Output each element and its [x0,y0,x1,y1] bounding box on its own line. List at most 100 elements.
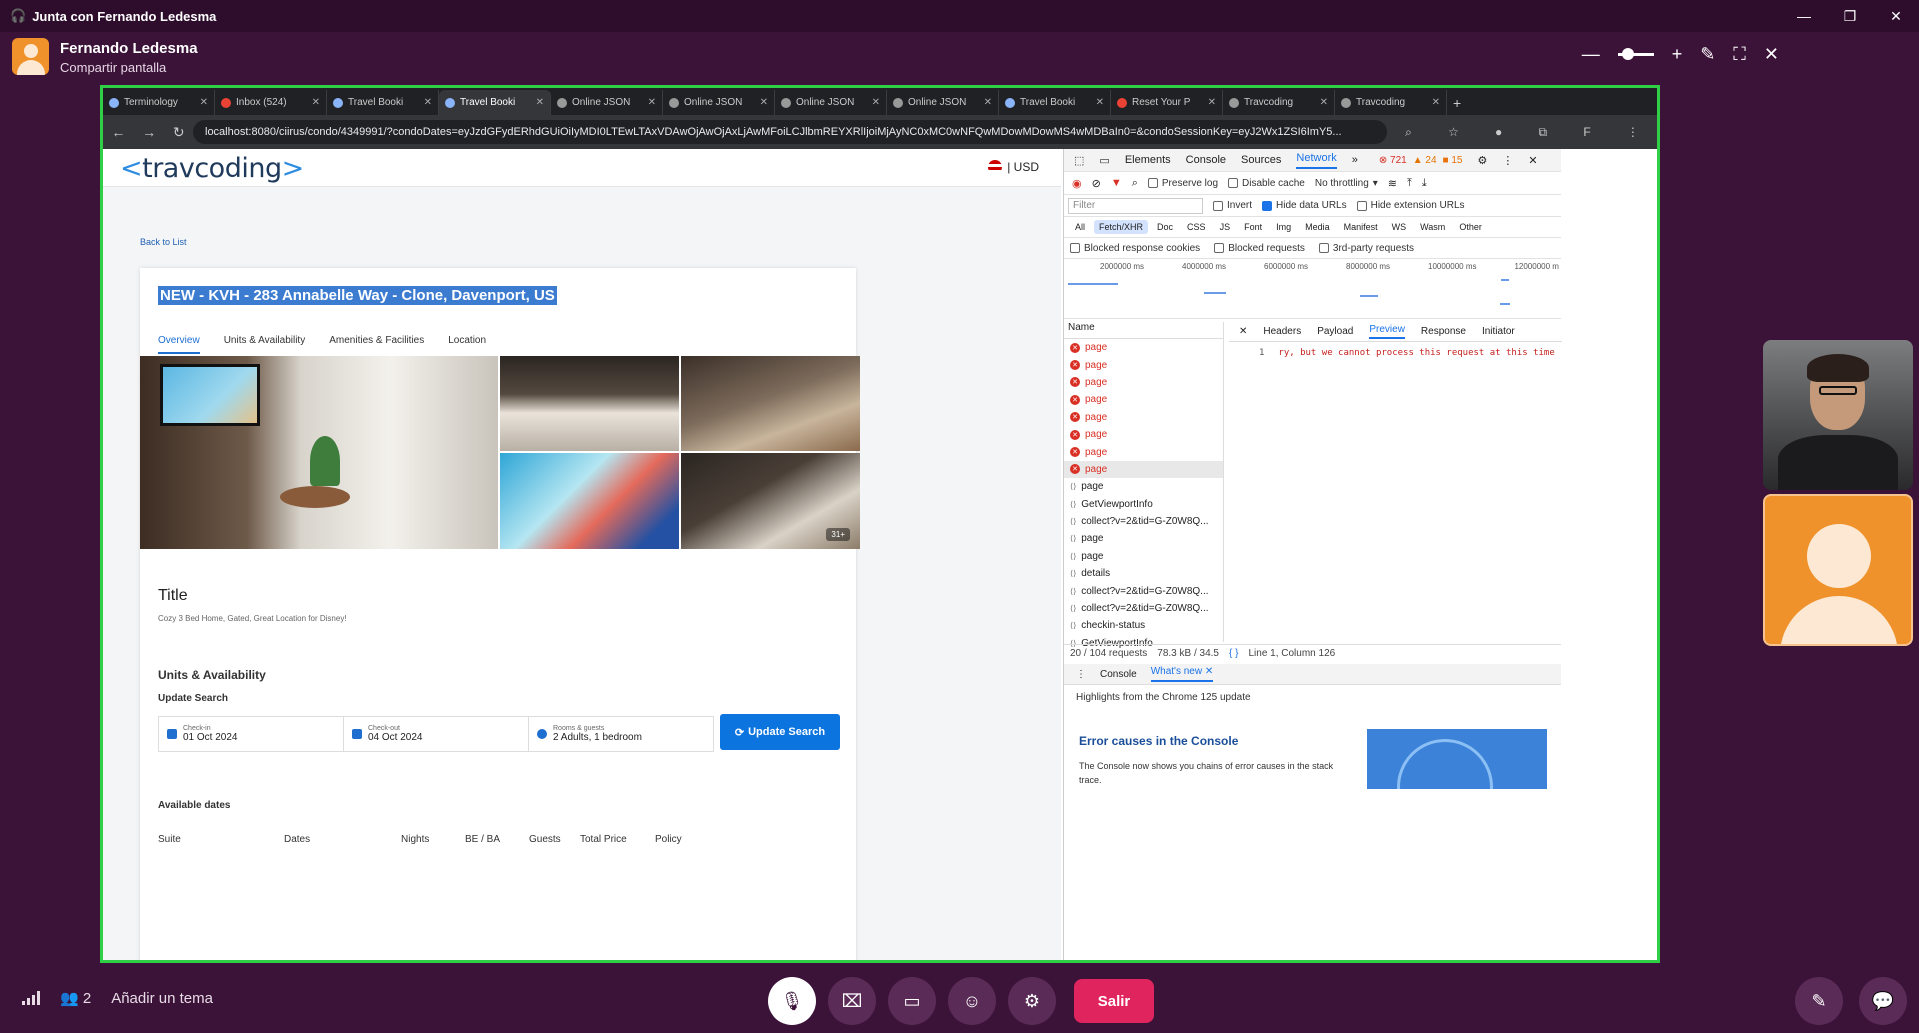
share-screen-button[interactable]: ▭ [888,977,936,1025]
inspect-icon[interactable]: ⬚ [1074,154,1084,167]
device-toggle-icon[interactable]: ▭ [1099,154,1109,167]
participants-button[interactable]: 👥 2 [60,989,91,1007]
tab-amenities[interactable]: Amenities & Facilities [329,335,424,354]
disable-cache-checkbox[interactable]: Disable cache [1228,178,1305,189]
tab-network[interactable]: Network [1296,152,1337,169]
annotate-icon[interactable]: ✎ [1700,44,1715,65]
browser-tab[interactable]: Online JSON ✕ [775,90,887,115]
type-css[interactable]: CSS [1182,220,1211,234]
tab-location[interactable]: Location [448,335,486,354]
import-har-icon[interactable]: ⤒ [1407,177,1412,190]
hide-extension-urls-checkbox[interactable]: Hide extension URLs [1356,200,1465,211]
checkout-field[interactable]: Check-out 04 Oct 2024 [344,717,529,751]
menu-kebab-icon[interactable]: ⋮ [1627,125,1639,140]
currency-selector[interactable]: | USD [988,160,1039,174]
zoom-out-icon[interactable]: — [1582,44,1600,65]
browser-tab-active[interactable]: Travel Booki ✕ [439,90,551,115]
request-row[interactable]: ⟨⟩ collect?v=2&tid=G-Z0W8Q... [1064,582,1223,599]
record-icon[interactable]: ◉ [1072,177,1082,190]
hide-data-urls-checkbox[interactable]: Hide data URLs [1262,200,1347,211]
drawer-tab-whats-new[interactable]: What's new ✕ [1150,666,1214,682]
tab-overview[interactable]: Overview [158,335,200,354]
request-row[interactable]: ⟨⟩ GetViewportInfo [1064,496,1223,513]
drawer-tab-console[interactable]: Console [1100,669,1137,680]
photo-count-badge[interactable]: 31+ [826,528,850,541]
leave-button[interactable]: Salir [1074,979,1154,1023]
zoom-in-icon[interactable]: + [1672,44,1683,65]
request-row[interactable]: ✕ page [1064,460,1223,479]
gallery-photo-bedroom[interactable] [500,356,679,451]
request-row[interactable]: ⟨⟩ collect?v=2&tid=G-Z0W8Q... [1064,513,1223,530]
participant-self-avatar[interactable] [1763,494,1913,646]
camera-off-button[interactable]: ⌧ [828,977,876,1025]
type-img[interactable]: Img [1271,220,1296,234]
tab-sources[interactable]: Sources [1241,154,1281,166]
more-tabs-icon[interactable]: » [1352,154,1358,166]
tab-units[interactable]: Units & Availability [224,335,306,354]
network-conditions-icon[interactable]: ≋ [1388,177,1397,190]
site-logo[interactable]: <travcoding> [120,153,304,184]
request-row[interactable]: ⟨⟩ details [1064,565,1223,582]
tab-preview[interactable]: Preview [1369,324,1405,339]
devtools-menu-icon[interactable]: ⋮ [1502,154,1513,167]
request-row[interactable]: ✕ page [1064,339,1223,356]
request-row[interactable]: ✕ page [1064,409,1223,426]
detail-close-icon[interactable]: ✕ [1239,326,1247,337]
issue-counters[interactable]: ⊗ 721 ▲ 24 ■ 15 [1379,155,1463,166]
devtools-close-icon[interactable]: ✕ [1528,154,1537,167]
update-search-button[interactable]: ⟳ Update Search [720,714,840,750]
checkin-field[interactable]: Check-in 01 Oct 2024 [159,717,344,751]
throttling-select[interactable]: No throttling ▾ [1315,178,1378,189]
preserve-log-checkbox[interactable]: Preserve log [1147,178,1218,189]
extensions-puzzle-icon[interactable]: ⧉ [1539,125,1548,140]
clear-icon[interactable]: ⊘ [1092,177,1101,190]
filter-funnel-icon[interactable]: ▼ [1111,177,1122,189]
type-ws[interactable]: WS [1387,220,1412,234]
participant-video[interactable] [1763,340,1913,490]
zoom-icon[interactable]: ⌕ [1405,125,1412,140]
extension-icon[interactable]: ● [1495,125,1502,140]
gallery-photo-kitchen[interactable] [681,356,860,451]
back-to-list-link[interactable]: Back to List [140,237,187,247]
add-topic-button[interactable]: Añadir un tema [111,990,213,1007]
type-manifest[interactable]: Manifest [1339,220,1383,234]
request-row[interactable]: ⟨⟩ collect?v=2&tid=G-Z0W8Q... [1064,600,1223,617]
close-icon[interactable]: ✕ [1873,0,1919,32]
blocked-requests-checkbox[interactable]: Blocked requests [1214,243,1305,254]
settings-gear-icon[interactable]: ⚙ [1477,154,1487,167]
request-row[interactable]: ⟨⟩ page [1064,548,1223,565]
type-all[interactable]: All [1070,220,1090,234]
request-row[interactable]: ✕ page [1064,426,1223,443]
guests-field[interactable]: Rooms & guests 2 Adults, 1 bedroom [529,717,713,751]
filter-input[interactable]: Filter [1068,197,1203,214]
close-share-icon[interactable]: ✕ [1764,44,1779,65]
chat-button[interactable]: 💬 [1859,977,1907,1025]
type-fetch-xhr[interactable]: Fetch/XHR [1094,220,1149,234]
browser-tab[interactable]: Reset Your P ✕ [1111,90,1223,115]
blocked-cookies-checkbox[interactable]: Blocked response cookies [1070,243,1200,254]
network-timeline[interactable]: 2000000 ms 4000000 ms 6000000 ms 8000000… [1064,259,1561,319]
invert-checkbox[interactable]: Invert [1213,200,1252,211]
tab-response[interactable]: Response [1421,326,1466,337]
bookmark-star-icon[interactable]: ☆ [1448,125,1459,140]
gallery-photo-dining[interactable]: 31+ [681,453,860,549]
tab-elements[interactable]: Elements [1125,154,1171,166]
name-column-header[interactable]: Name [1064,322,1223,339]
request-row[interactable]: ⟨⟩ checkin-status [1064,617,1223,634]
tab-payload[interactable]: Payload [1317,326,1353,337]
preview-content[interactable]: 1 ry, but we cannot process this request … [1229,342,1562,358]
new-tab-icon[interactable]: + [1453,90,1461,115]
reactions-button[interactable]: ☺ [948,977,996,1025]
gallery-photo-patio[interactable] [500,453,679,549]
browser-tab[interactable]: Inbox (524) ✕ [215,90,327,115]
browser-tab[interactable]: Travcoding ✕ [1223,90,1335,115]
browser-tab[interactable]: Online JSON ✕ [887,90,999,115]
url-input[interactable]: localhost:8080/ciirus/condo/4349991/?con… [193,120,1387,144]
request-row[interactable]: ✕ page [1064,391,1223,408]
tab-console[interactable]: Console [1186,154,1226,166]
pretty-print-icon[interactable]: { } [1229,648,1238,659]
browser-tab[interactable]: Travel Booki ✕ [999,90,1111,115]
browser-tab[interactable]: Travel Booki ✕ [327,90,439,115]
gallery-photo-living-room[interactable] [140,356,498,549]
notes-button[interactable]: ✎ [1795,977,1843,1025]
